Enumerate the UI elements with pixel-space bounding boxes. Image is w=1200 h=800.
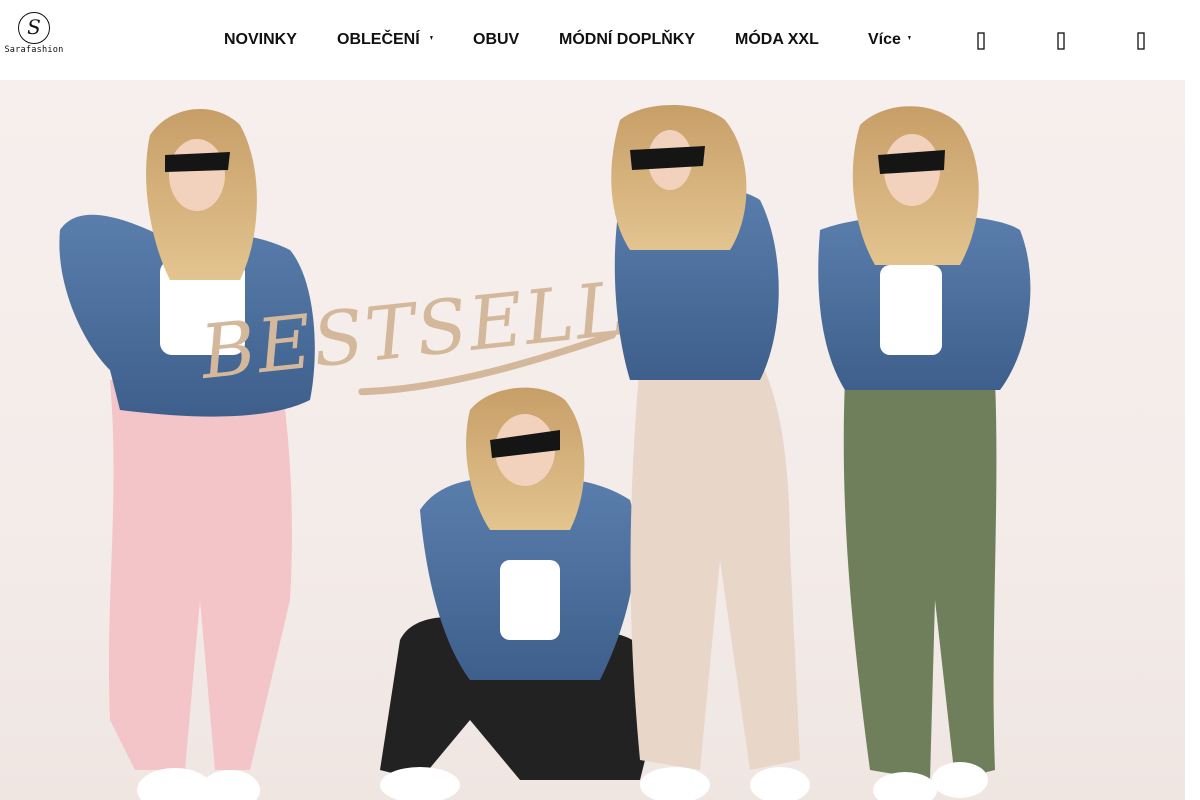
- site-logo[interactable]: S Sarafashion: [3, 12, 65, 58]
- nav-item-obleceni[interactable]: OBLEČENÍ ▼: [337, 30, 435, 50]
- nav-item-novinky[interactable]: NOVINKY: [224, 30, 297, 50]
- model-black-pants: [380, 387, 660, 800]
- nav-item-obuv[interactable]: OBUV: [473, 30, 519, 50]
- page-scrollbar[interactable]: [1185, 0, 1200, 800]
- search-button[interactable]: [975, 32, 989, 50]
- model-green-pants: [818, 106, 1031, 800]
- nav-more-label: Více: [868, 31, 901, 49]
- model-pink-pants: [59, 108, 315, 800]
- nav-item-label: OBLEČENÍ: [337, 31, 420, 49]
- user-icon: [1057, 32, 1065, 50]
- nav-item-moda-xxl[interactable]: MÓDA XXL: [735, 30, 819, 50]
- cart-icon: [1137, 32, 1145, 50]
- site-header: S Sarafashion NOVINKY OBLEČENÍ ▼ OBUV MÓD…: [0, 0, 1185, 80]
- search-icon: [977, 32, 985, 50]
- logo-monogram: S: [18, 12, 50, 44]
- cart-button[interactable]: [1135, 32, 1149, 50]
- model-beige-pants: [611, 105, 810, 800]
- logo-text: Sarafashion: [4, 45, 64, 55]
- hero-banner[interactable]: BESTSELLER: [0, 80, 1185, 800]
- chevron-down-icon: ▼: [906, 35, 912, 42]
- hero-image: BESTSELLER: [59, 105, 1031, 800]
- nav-item-more[interactable]: Více ▼: [868, 30, 913, 50]
- chevron-down-icon: ▼: [428, 35, 434, 42]
- account-button[interactable]: [1055, 32, 1069, 50]
- nav-item-modni-doplnky[interactable]: MÓDNÍ DOPLŇKY: [559, 30, 695, 50]
